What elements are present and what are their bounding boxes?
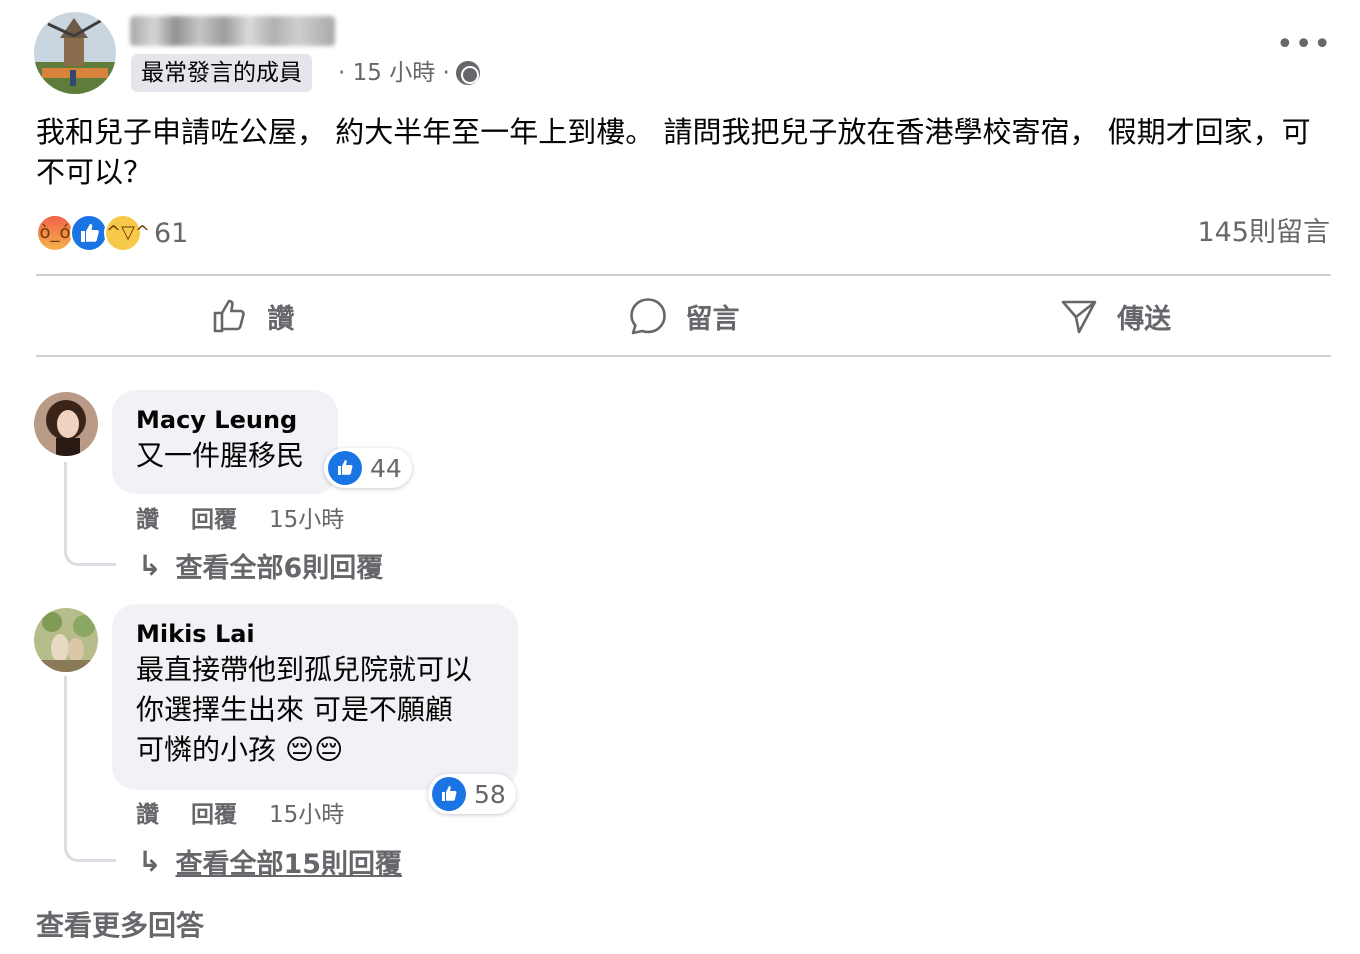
comment-bubble: Mikis Lai 最直接帶他到孤兒院就可以 你選擇生出來 可是不願顧 可憐的小… — [112, 604, 518, 790]
divider — [36, 355, 1331, 357]
commenter-name[interactable]: Macy Leung — [136, 404, 314, 436]
post-time[interactable]: · 15 小時 · — [338, 56, 450, 90]
view-more-comments[interactable]: 查看更多回答 — [36, 904, 204, 944]
angry-icon: ò_ó — [36, 214, 74, 252]
thumbs-up-icon — [214, 299, 246, 333]
comment-like-link[interactable]: 讚 — [136, 795, 159, 829]
view-replies-label: 查看全部6則回覆 — [175, 553, 384, 584]
like-icon — [328, 451, 362, 485]
comment-button-label: 留言 — [685, 303, 740, 335]
audience-group-icon[interactable] — [455, 61, 480, 85]
divider — [36, 274, 1331, 276]
reaction-summary[interactable]: ò_ó ^▽^ 61 — [36, 212, 188, 254]
like-icon — [432, 777, 466, 811]
like-count-value: 44 — [370, 453, 402, 483]
reply-arrow-icon: ↳ — [138, 845, 162, 878]
thread-line — [64, 462, 116, 566]
comment-time[interactable]: 15小時 — [269, 795, 344, 829]
send-icon — [1061, 300, 1097, 334]
comment-button[interactable]: 留言 — [468, 278, 900, 354]
like-button[interactable]: 讚 — [36, 278, 468, 354]
comment-text-line: 可憐的小孩 😔😔 — [136, 733, 344, 766]
comment-actions: 讚 回覆 15小時 — [136, 795, 344, 829]
comment-reply-link[interactable]: 回覆 — [191, 500, 237, 534]
like-icon — [70, 214, 108, 252]
like-count-value: 58 — [474, 779, 506, 809]
comment-bubble: Macy Leung 又一件腥移民 — [112, 390, 338, 494]
comment-like-link[interactable]: 讚 — [136, 500, 159, 534]
haha-icon: ^▽^ — [104, 214, 150, 252]
comment-like-count[interactable]: 44 — [324, 448, 412, 488]
thread-line — [64, 676, 116, 862]
top-contributor-badge[interactable]: 最常發言的成員 — [131, 54, 312, 92]
facebook-post: 最常發言的成員 · 15 小時 · ••• 我和兒子申請咗公屋， 約大半年至一年… — [0, 0, 1360, 954]
reaction-count[interactable]: 61 — [154, 218, 188, 249]
send-button[interactable]: 傳送 — [899, 278, 1331, 354]
send-button-label: 傳送 — [1117, 303, 1172, 335]
comment-text: 又一件腥移民 — [136, 439, 305, 472]
more-options-icon[interactable]: ••• — [1276, 30, 1331, 66]
view-replies-link[interactable]: ↳ 查看全部15則回覆 — [138, 842, 402, 881]
commenter-avatar[interactable] — [34, 608, 98, 672]
post-text: 我和兒子申請咗公屋， 約大半年至一年上到樓。 請問我把兒子放在香港學校寄宿， 假… — [36, 115, 1311, 189]
action-bar: 讚 留言 傳送 — [36, 278, 1331, 354]
comment-actions: 讚 回覆 15小時 — [136, 500, 344, 534]
comment-bubble-icon — [629, 298, 666, 335]
comment-reply-link[interactable]: 回覆 — [191, 795, 237, 829]
author-avatar[interactable] — [34, 12, 116, 94]
commenter-avatar[interactable] — [34, 392, 98, 456]
reply-arrow-icon: ↳ — [138, 549, 162, 582]
comment-time[interactable]: 15小時 — [269, 500, 344, 534]
post-meta: · 15 小時 · — [338, 56, 480, 90]
view-replies-link[interactable]: ↳ 查看全部6則回覆 — [138, 546, 383, 585]
commenter-name[interactable]: Mikis Lai — [136, 618, 494, 650]
comment-text-line: 你選擇生出來 可是不願顧 — [136, 693, 453, 726]
comment-count[interactable]: 145則留言 — [1197, 212, 1330, 254]
comment-text-line: 最直接帶他到孤兒院就可以 — [136, 653, 473, 686]
like-button-label: 讚 — [267, 303, 295, 335]
comment-like-count[interactable]: 58 — [428, 774, 516, 814]
author-name-redacted[interactable] — [130, 16, 335, 46]
view-replies-label: 查看全部15則回覆 — [175, 849, 403, 880]
